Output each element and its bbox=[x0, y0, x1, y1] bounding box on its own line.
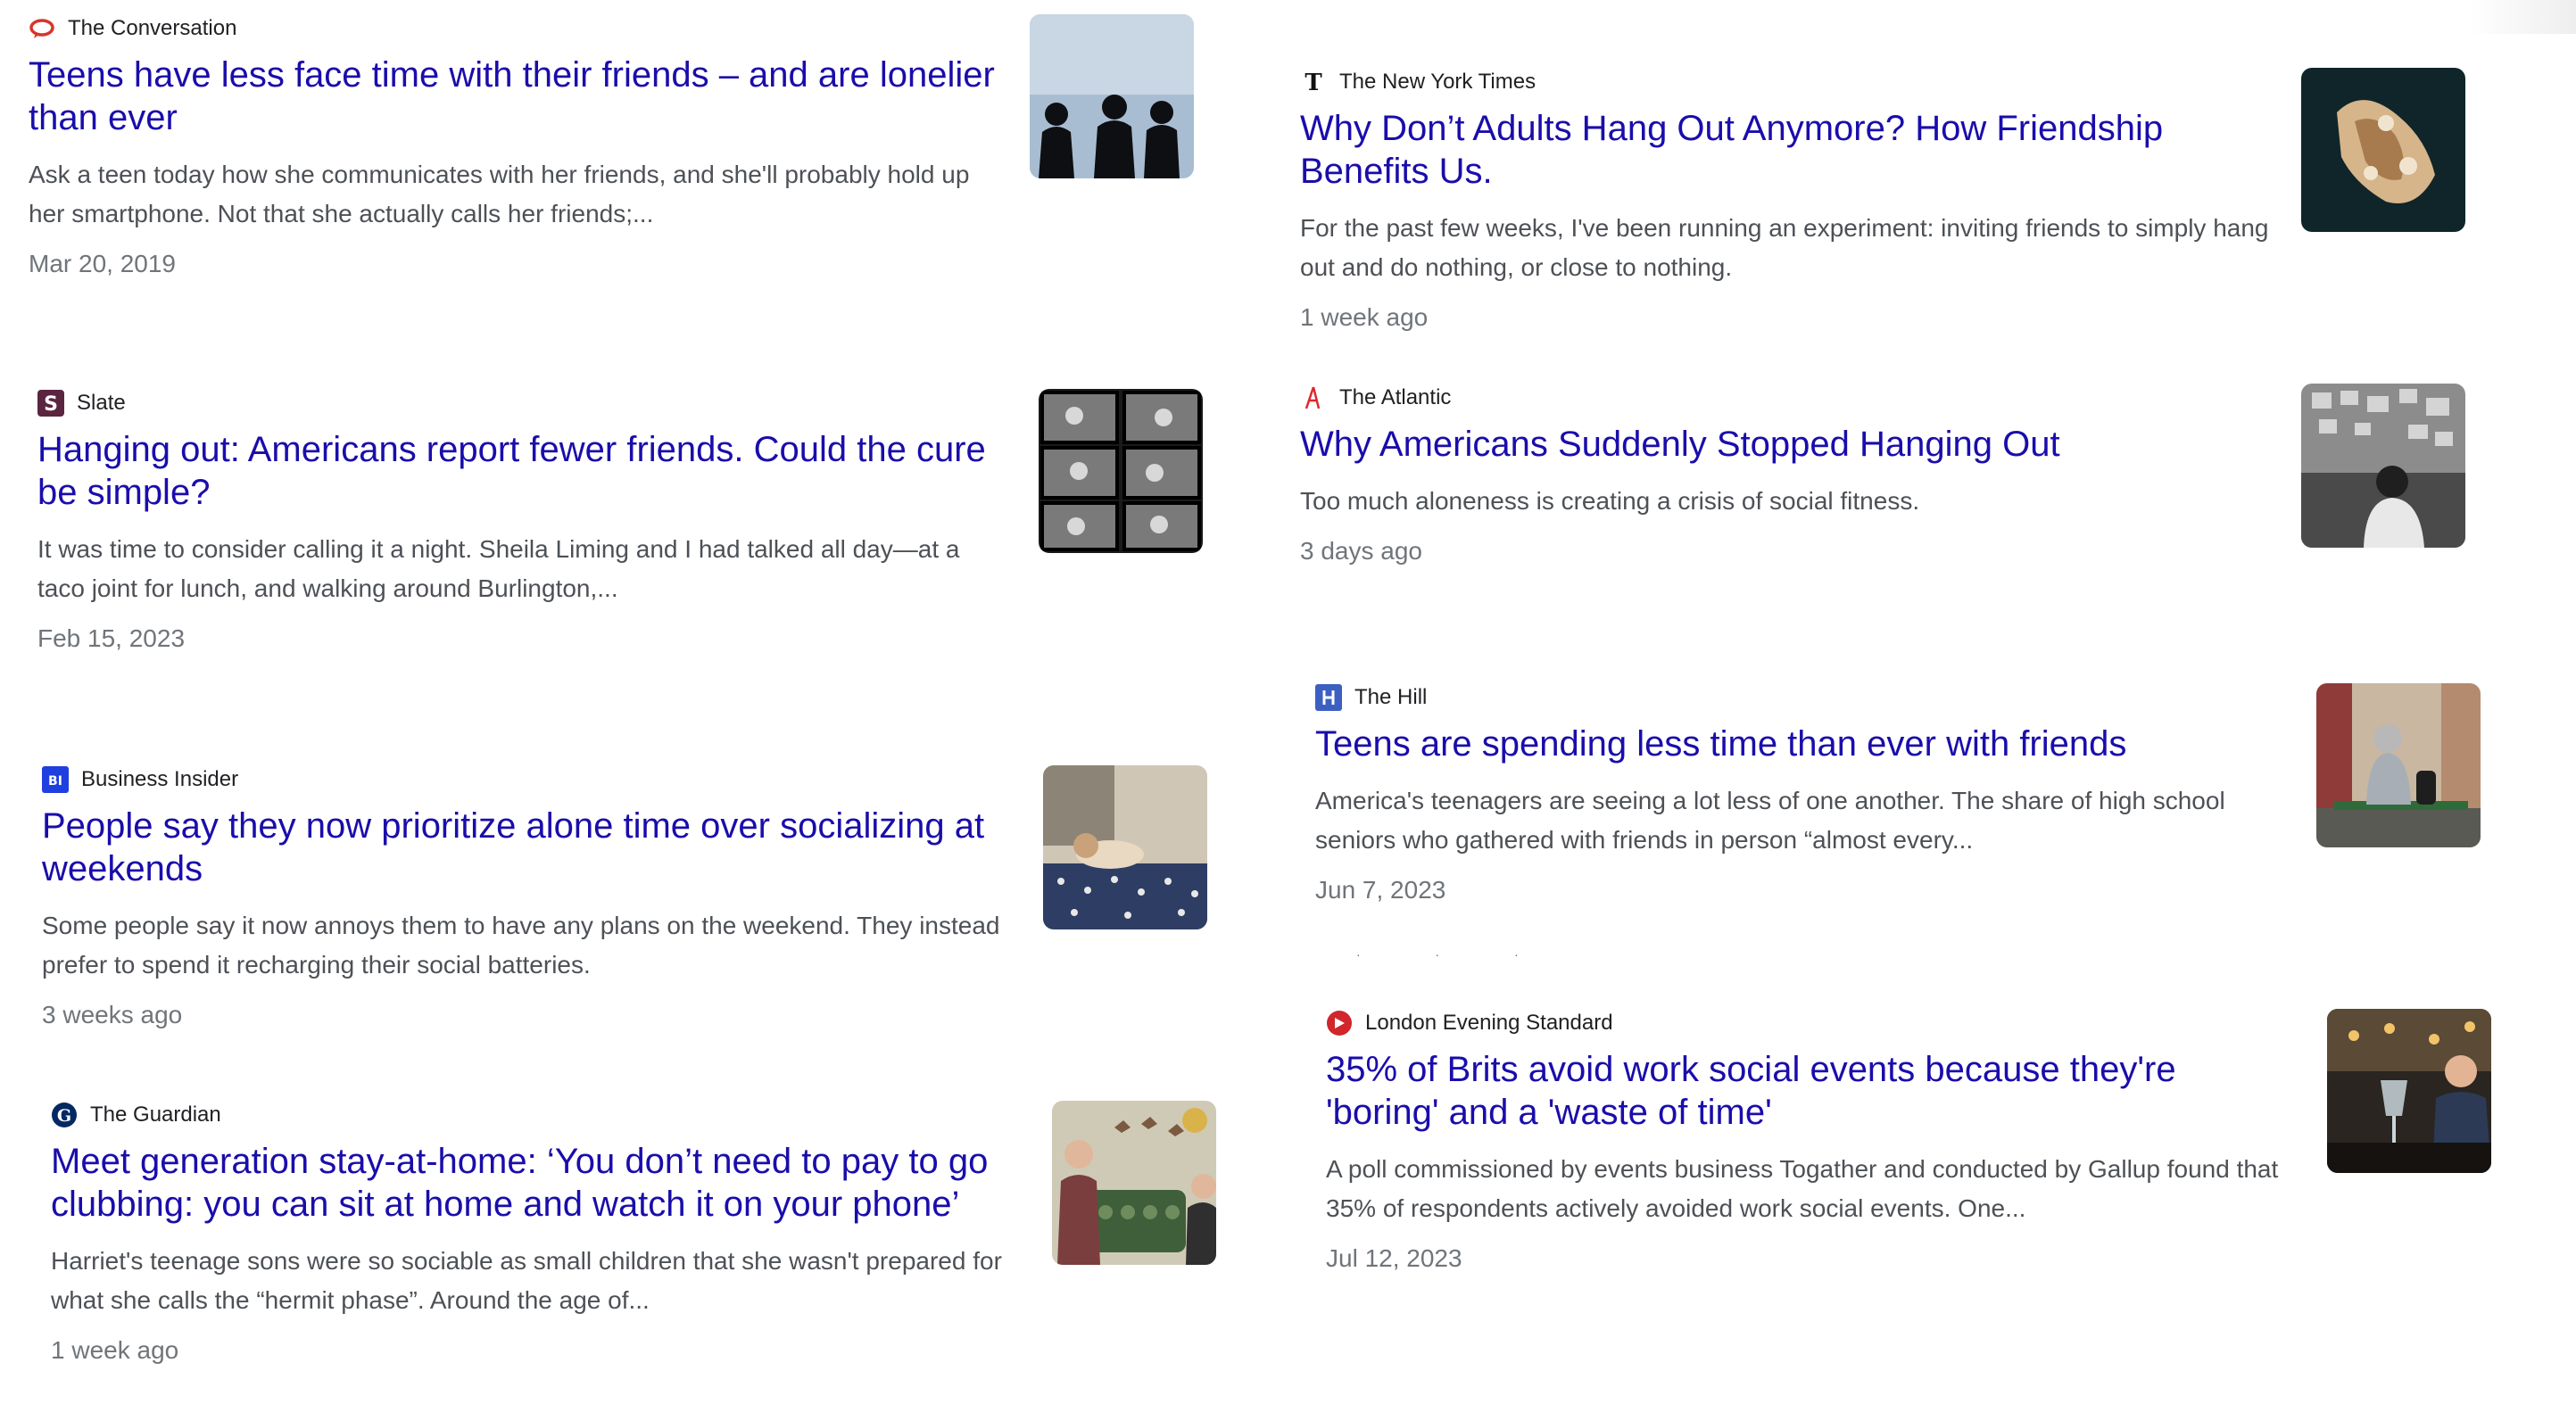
news-snippet: A poll commissioned by events business T… bbox=[1326, 1155, 2279, 1222]
news-snippet: Harriet's teenage sons were so sociable … bbox=[51, 1247, 1002, 1314]
news-date: Mar 20, 2019 bbox=[29, 250, 176, 277]
news-card[interactable]: G The Guardian Meet generation stay-at-h… bbox=[51, 1101, 1238, 1404]
news-source: T The New York Times bbox=[1300, 68, 1536, 96]
news-date: 3 weeks ago bbox=[42, 1001, 183, 1028]
svg-text:G: G bbox=[57, 1106, 71, 1126]
news-date: Jun 7, 2023 bbox=[1315, 876, 1446, 904]
news-source-name: The Hill bbox=[1354, 685, 1428, 709]
news-source: The Conversation bbox=[29, 14, 236, 43]
news-snippet: It was time to consider calling it a nig… bbox=[37, 535, 960, 602]
svg-text:T: T bbox=[1305, 70, 1322, 95]
news-date: 1 week ago bbox=[51, 1336, 179, 1364]
news-snippet: For the past few weeks, I've been runnin… bbox=[1300, 214, 2269, 281]
guardian-g-icon: G bbox=[51, 1102, 78, 1128]
news-card[interactable]: BI Business Insider People say they now … bbox=[42, 765, 1229, 1069]
scroll-fade-overlay bbox=[2469, 0, 2576, 34]
news-source: The Hill bbox=[1315, 683, 1427, 712]
atlantic-a-icon bbox=[1300, 384, 1327, 411]
news-date: 1 week ago bbox=[1300, 303, 1429, 331]
news-snippet: Some people say it now annoys them to ha… bbox=[42, 912, 1000, 979]
slate-s-icon: S bbox=[37, 390, 64, 417]
news-headline-link[interactable]: People say they now prioritize alone tim… bbox=[42, 805, 1015, 890]
news-thumbnail[interactable] bbox=[1043, 765, 1207, 929]
svg-text:S: S bbox=[44, 393, 58, 416]
news-source-name: Slate bbox=[77, 391, 126, 415]
news-card[interactable]: The Atlantic Why Americans Suddenly Stop… bbox=[1300, 384, 2487, 687]
news-source: London Evening Standard bbox=[1326, 1009, 1613, 1037]
news-snippet: Ask a teen today how she communicates wi… bbox=[29, 161, 970, 227]
news-source-name: The Conversation bbox=[68, 16, 237, 40]
news-headline-link[interactable]: Teens are spending less time than ever w… bbox=[1315, 723, 2288, 765]
news-thumbnail[interactable] bbox=[2327, 1009, 2491, 1173]
news-source-name: The Atlantic bbox=[1339, 385, 1452, 409]
news-source: The Atlantic bbox=[1300, 384, 1451, 412]
news-source: BI Business Insider bbox=[42, 765, 238, 794]
news-headline-link[interactable]: Teens have less face time with their fri… bbox=[29, 54, 1001, 139]
news-card[interactable]: The Hill Teens are spending less time th… bbox=[1315, 683, 2502, 987]
standard-icon bbox=[1326, 1010, 1353, 1036]
news-headline-link[interactable]: Why Americans Suddenly Stopped Hanging O… bbox=[1300, 423, 2273, 466]
news-thumbnail[interactable] bbox=[1039, 389, 1203, 553]
news-source: S Slate bbox=[37, 389, 126, 417]
news-source-name: Business Insider bbox=[81, 767, 239, 791]
news-source-name: London Evening Standard bbox=[1365, 1011, 1613, 1035]
news-source-name: The New York Times bbox=[1339, 70, 1536, 94]
news-headline-link[interactable]: Why Don’t Adults Hang Out Anymore? How F… bbox=[1300, 107, 2273, 193]
news-date: 3 days ago bbox=[1300, 537, 1422, 565]
news-source-name: The Guardian bbox=[90, 1103, 221, 1127]
the-hill-icon bbox=[1315, 684, 1342, 711]
news-card[interactable]: The Conversation Teens have less face ti… bbox=[29, 14, 1215, 318]
news-headline-link[interactable]: Meet generation stay-at-home: ‘You don’t… bbox=[51, 1140, 1023, 1226]
news-source: G The Guardian bbox=[51, 1101, 221, 1129]
news-thumbnail[interactable] bbox=[2316, 683, 2481, 847]
news-snippet: America's teenagers are seeing a lot les… bbox=[1315, 787, 2225, 854]
news-headline-link[interactable]: 35% of Brits avoid work social events be… bbox=[1326, 1048, 2299, 1134]
news-thumbnail[interactable] bbox=[2301, 384, 2465, 548]
bi-icon: BI bbox=[42, 766, 69, 793]
news-card[interactable]: London Evening Standard 35% of Brits avo… bbox=[1326, 1009, 2513, 1312]
svg-text:BI: BI bbox=[48, 774, 62, 789]
news-snippet: Too much aloneness is creating a crisis … bbox=[1300, 487, 1920, 515]
news-thumbnail[interactable] bbox=[2301, 68, 2465, 232]
news-card[interactable]: S Slate Hanging out: Americans report fe… bbox=[37, 389, 1224, 692]
news-date: Jul 12, 2023 bbox=[1326, 1244, 1462, 1272]
nyt-t-icon: T bbox=[1300, 69, 1327, 95]
news-date: Feb 15, 2023 bbox=[37, 624, 186, 652]
speech-bubble-icon bbox=[29, 15, 55, 42]
news-thumbnail[interactable] bbox=[1052, 1101, 1216, 1265]
news-headline-link[interactable]: Hanging out: Americans report fewer frie… bbox=[37, 428, 1010, 514]
news-card[interactable]: T The New York Times Why Don’t Adults Ha… bbox=[1300, 68, 2487, 371]
separator-dots: · · · bbox=[1356, 947, 1554, 962]
news-thumbnail[interactable] bbox=[1030, 14, 1194, 178]
